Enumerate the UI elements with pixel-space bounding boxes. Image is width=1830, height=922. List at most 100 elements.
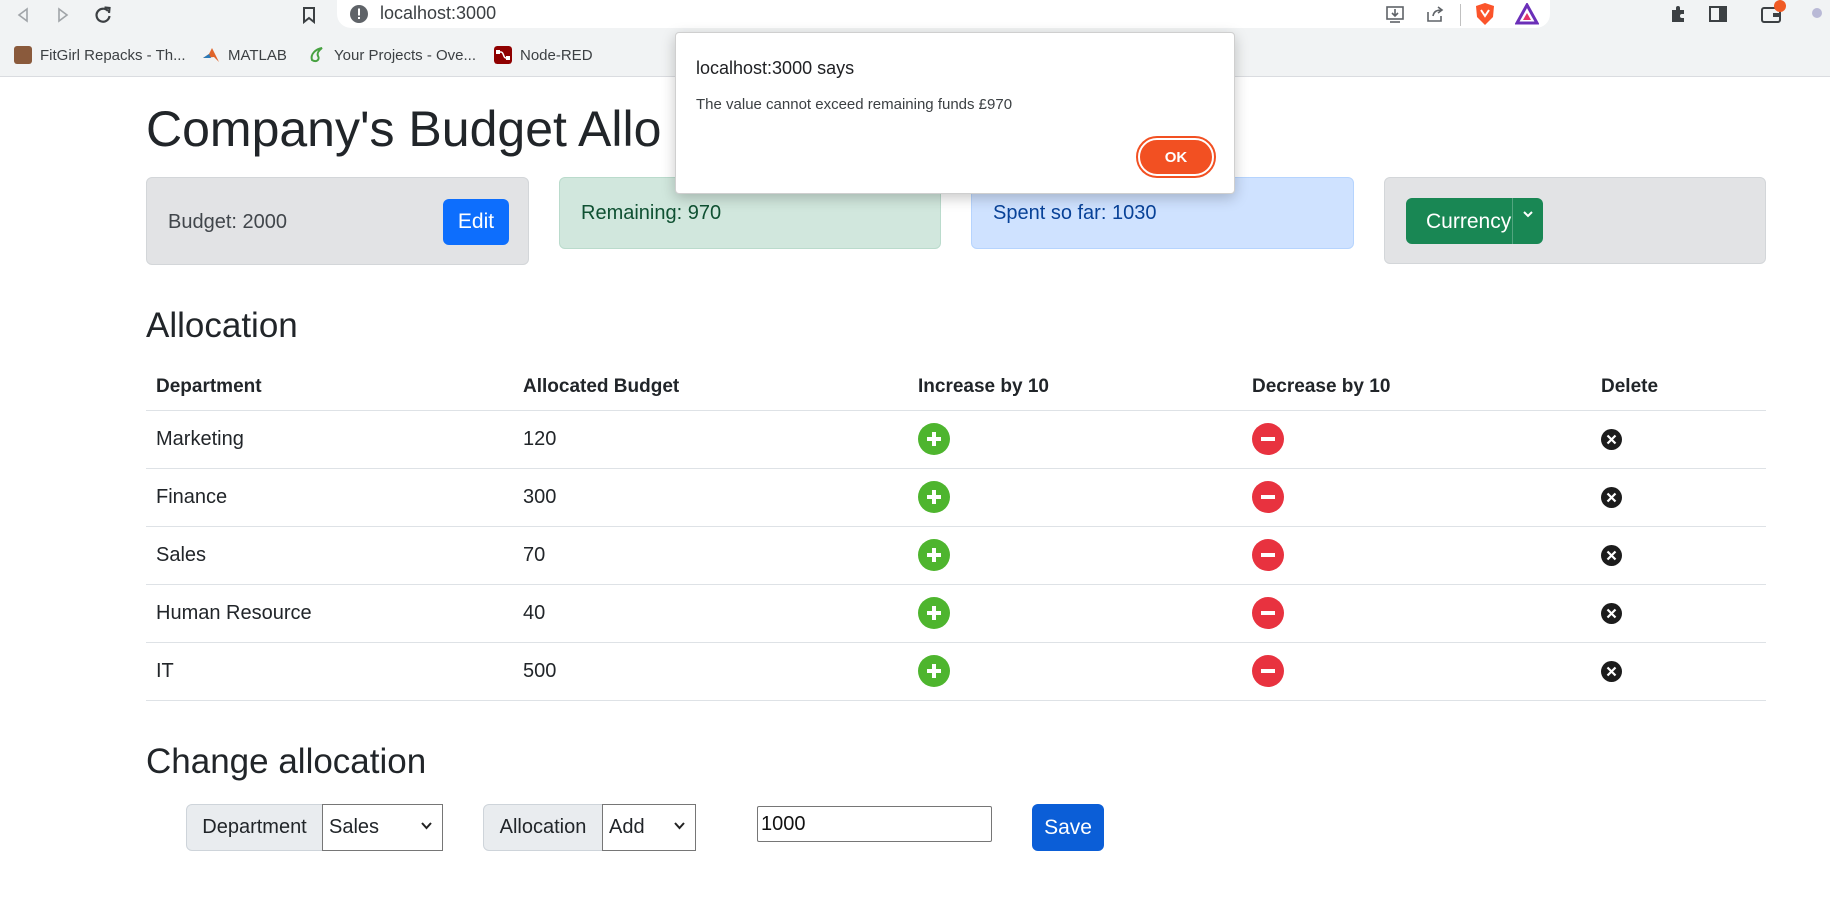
allocation-type-select[interactable]: Add <box>602 804 696 851</box>
delete-icon[interactable] <box>1601 660 1622 682</box>
alert-dialog: localhost:3000 says The value cannot exc… <box>675 32 1235 194</box>
install-icon[interactable] <box>1385 4 1405 24</box>
budget-value: Budget: 2000 <box>168 211 287 233</box>
minus-icon[interactable] <box>1252 539 1284 571</box>
plus-icon[interactable] <box>918 423 950 455</box>
forward-button[interactable] <box>50 2 76 28</box>
save-button[interactable]: Save <box>1032 804 1104 851</box>
dialog-message: The value cannot exceed remaining funds … <box>696 96 1013 113</box>
brave-shield-icon[interactable] <box>1474 2 1496 26</box>
allocation-heading: Allocation <box>146 306 298 345</box>
table-header-row: Department Allocated Budget Increase by … <box>146 365 1766 411</box>
delete-cell <box>1591 468 1766 527</box>
forward-icon <box>58 7 69 23</box>
currency-card: Currency <box>1384 177 1766 264</box>
amount-input[interactable] <box>757 806 992 842</box>
decrease-cell <box>1242 468 1591 527</box>
back-button[interactable] <box>10 2 36 28</box>
column-header: Delete <box>1591 365 1766 411</box>
budget-card: Budget: 2000 Edit <box>146 177 529 265</box>
column-header: Decrease by 10 <box>1242 365 1591 411</box>
delete-cell <box>1591 526 1766 585</box>
minus-glyph <box>1261 495 1275 499</box>
bookmark-label: FitGirl Repacks - Th... <box>40 46 186 64</box>
bookmark-label: Your Projects - Ove... <box>334 46 477 64</box>
budget-cell: 120 <box>513 410 908 469</box>
bookmark-your-projects[interactable]: Your Projects - Ove... <box>308 44 476 66</box>
increase-cell <box>908 410 1242 469</box>
sidebar-icon[interactable] <box>1708 4 1728 24</box>
chevron-down-icon <box>674 822 685 830</box>
increase-cell <box>908 468 1242 527</box>
toolbar-divider <box>1460 4 1461 26</box>
decrease-cell <box>1242 410 1591 469</box>
matlab-icon <box>203 48 219 62</box>
dialog-ok-button[interactable]: OK <box>1136 136 1216 178</box>
close-glyph <box>1606 666 1617 676</box>
delete-icon[interactable] <box>1601 602 1622 624</box>
share-icon[interactable] <box>1425 4 1445 24</box>
bookmark-node-red[interactable]: Node-RED <box>494 44 593 66</box>
remaining-value: Remaining: 970 <box>581 202 722 224</box>
minus-glyph <box>1261 611 1275 615</box>
department-cell: Sales <box>146 526 513 585</box>
delete-icon[interactable] <box>1601 544 1622 566</box>
minus-glyph <box>1261 553 1275 557</box>
edit-budget-button[interactable]: Edit <box>443 199 509 245</box>
notification-badge <box>1774 0 1786 12</box>
table-row: Marketing 120 <box>146 410 1766 469</box>
allocation-label: Allocation <box>483 804 603 851</box>
table-row: Sales 70 <box>146 526 1766 585</box>
department-select-value: Sales <box>329 816 380 838</box>
profile-icon[interactable] <box>1812 8 1822 18</box>
address-bar[interactable] <box>337 0 1550 28</box>
budget-cell: 500 <box>513 642 908 701</box>
budget-cell: 40 <box>513 584 908 643</box>
minus-glyph <box>1261 669 1275 673</box>
plus-icon[interactable] <box>918 481 950 513</box>
info-icon[interactable] <box>349 4 369 24</box>
plus-icon[interactable] <box>918 655 950 687</box>
bookmark-page-button[interactable] <box>296 2 322 28</box>
allocation-select-value: Add <box>609 816 645 838</box>
department-cell: Human Resource <box>146 584 513 643</box>
url-text[interactable]: localhost:3000 <box>380 3 496 24</box>
change-allocation-heading: Change allocation <box>146 742 427 781</box>
minus-icon[interactable] <box>1252 597 1284 629</box>
plus-icon[interactable] <box>918 539 950 571</box>
column-header: Increase by 10 <box>908 365 1242 411</box>
delete-icon[interactable] <box>1601 428 1622 450</box>
back-icon <box>17 7 28 23</box>
minus-icon[interactable] <box>1252 481 1284 513</box>
extensions-icon[interactable] <box>1668 4 1688 24</box>
minus-icon[interactable] <box>1252 423 1284 455</box>
brave-rewards-icon[interactable] <box>1515 3 1539 25</box>
table-row: Human Resource 40 <box>146 584 1766 643</box>
decrease-cell <box>1242 526 1591 585</box>
minus-icon[interactable] <box>1252 655 1284 687</box>
currency-dropdown-button[interactable]: Currency <box>1406 198 1543 244</box>
reload-button[interactable] <box>90 2 116 28</box>
close-glyph <box>1606 492 1617 502</box>
currency-divider <box>1512 198 1513 244</box>
delete-icon[interactable] <box>1601 486 1622 508</box>
close-glyph <box>1606 434 1617 444</box>
bookmark-matlab[interactable]: MATLAB <box>202 44 287 66</box>
bookmark-label: Node-RED <box>520 46 593 64</box>
department-select[interactable]: Sales <box>322 804 443 851</box>
fitgirl-icon <box>14 46 32 64</box>
decrease-cell <box>1242 642 1591 701</box>
increase-cell <box>908 526 1242 585</box>
bookmark-fitgirl[interactable]: FitGirl Repacks - Th... <box>14 44 186 66</box>
table-row: IT 500 <box>146 642 1766 701</box>
increase-cell <box>908 584 1242 643</box>
spent-value: Spent so far: 1030 <box>993 202 1157 224</box>
column-header: Department <box>146 365 513 411</box>
plus-icon[interactable] <box>918 597 950 629</box>
close-glyph <box>1606 550 1617 560</box>
bookmark-label: MATLAB <box>228 46 287 64</box>
budget-cell: 70 <box>513 526 908 585</box>
plus-glyph <box>927 432 941 446</box>
column-header: Allocated Budget <box>513 365 908 411</box>
department-cell: Finance <box>146 468 513 527</box>
